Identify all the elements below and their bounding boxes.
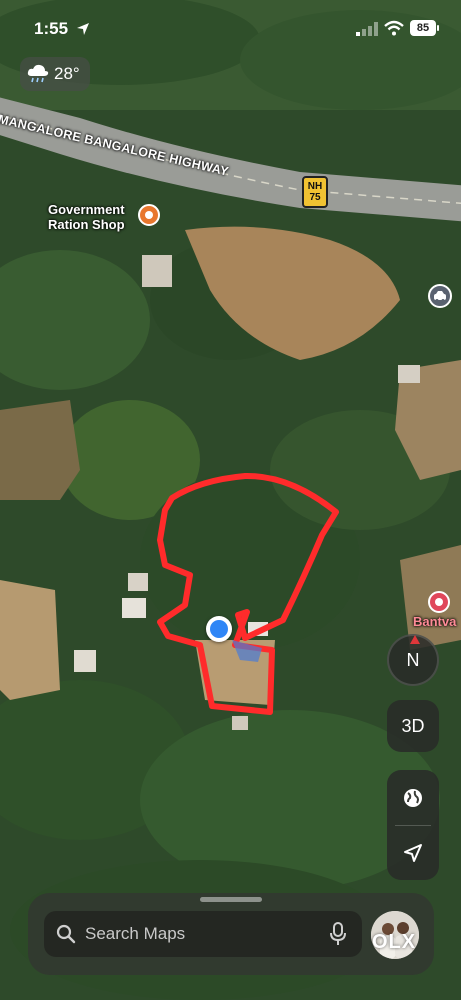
map-controls-stack	[387, 770, 439, 880]
location-arrow-icon	[404, 843, 422, 862]
search-placeholder[interactable]: Search Maps	[85, 924, 185, 944]
three-d-button[interactable]: 3D	[387, 700, 439, 752]
rain-cloud-icon	[27, 64, 49, 83]
compass-label: N	[406, 650, 420, 670]
route-shield-prefix: NH	[307, 181, 323, 192]
current-location-dot[interactable]	[206, 616, 232, 642]
wifi-icon	[384, 20, 404, 36]
microphone-icon[interactable]	[330, 922, 346, 946]
poi-pin-icon[interactable]	[138, 204, 160, 226]
locate-me-button[interactable]	[387, 825, 439, 880]
poi-label-government-ration-shop[interactable]: Government Ration Shop	[48, 202, 125, 232]
car-poi-icon[interactable]	[428, 284, 452, 308]
route-shield-number: 75	[309, 192, 321, 203]
weather-temperature: 28°	[54, 64, 80, 83]
location-services-icon	[77, 23, 89, 35]
nh-route-shield[interactable]: NH 75	[302, 176, 328, 208]
poi-label-line: Ration Shop	[48, 217, 125, 232]
sheet-grabber-handle[interactable]	[200, 897, 262, 902]
poi-label-bantva[interactable]: Bantva	[413, 614, 456, 629]
globe-button[interactable]	[387, 770, 439, 825]
compass-north-indicator	[410, 635, 420, 644]
weather-badge[interactable]: 28°	[20, 57, 90, 91]
poi-label-line: Government	[48, 202, 125, 217]
status-bar: 1:55 85	[0, 0, 461, 58]
cellular-signal-icon	[356, 22, 378, 36]
battery-tip	[437, 25, 439, 31]
search-icon	[56, 924, 76, 944]
poi-pin-icon[interactable]	[428, 591, 450, 613]
car-icon	[434, 291, 446, 302]
battery-indicator: 85	[410, 20, 436, 36]
olx-watermark: OLX	[372, 931, 417, 953]
compass-button[interactable]: N	[387, 634, 439, 686]
globe-icon	[404, 788, 422, 807]
status-time: 1:55	[34, 19, 69, 38]
